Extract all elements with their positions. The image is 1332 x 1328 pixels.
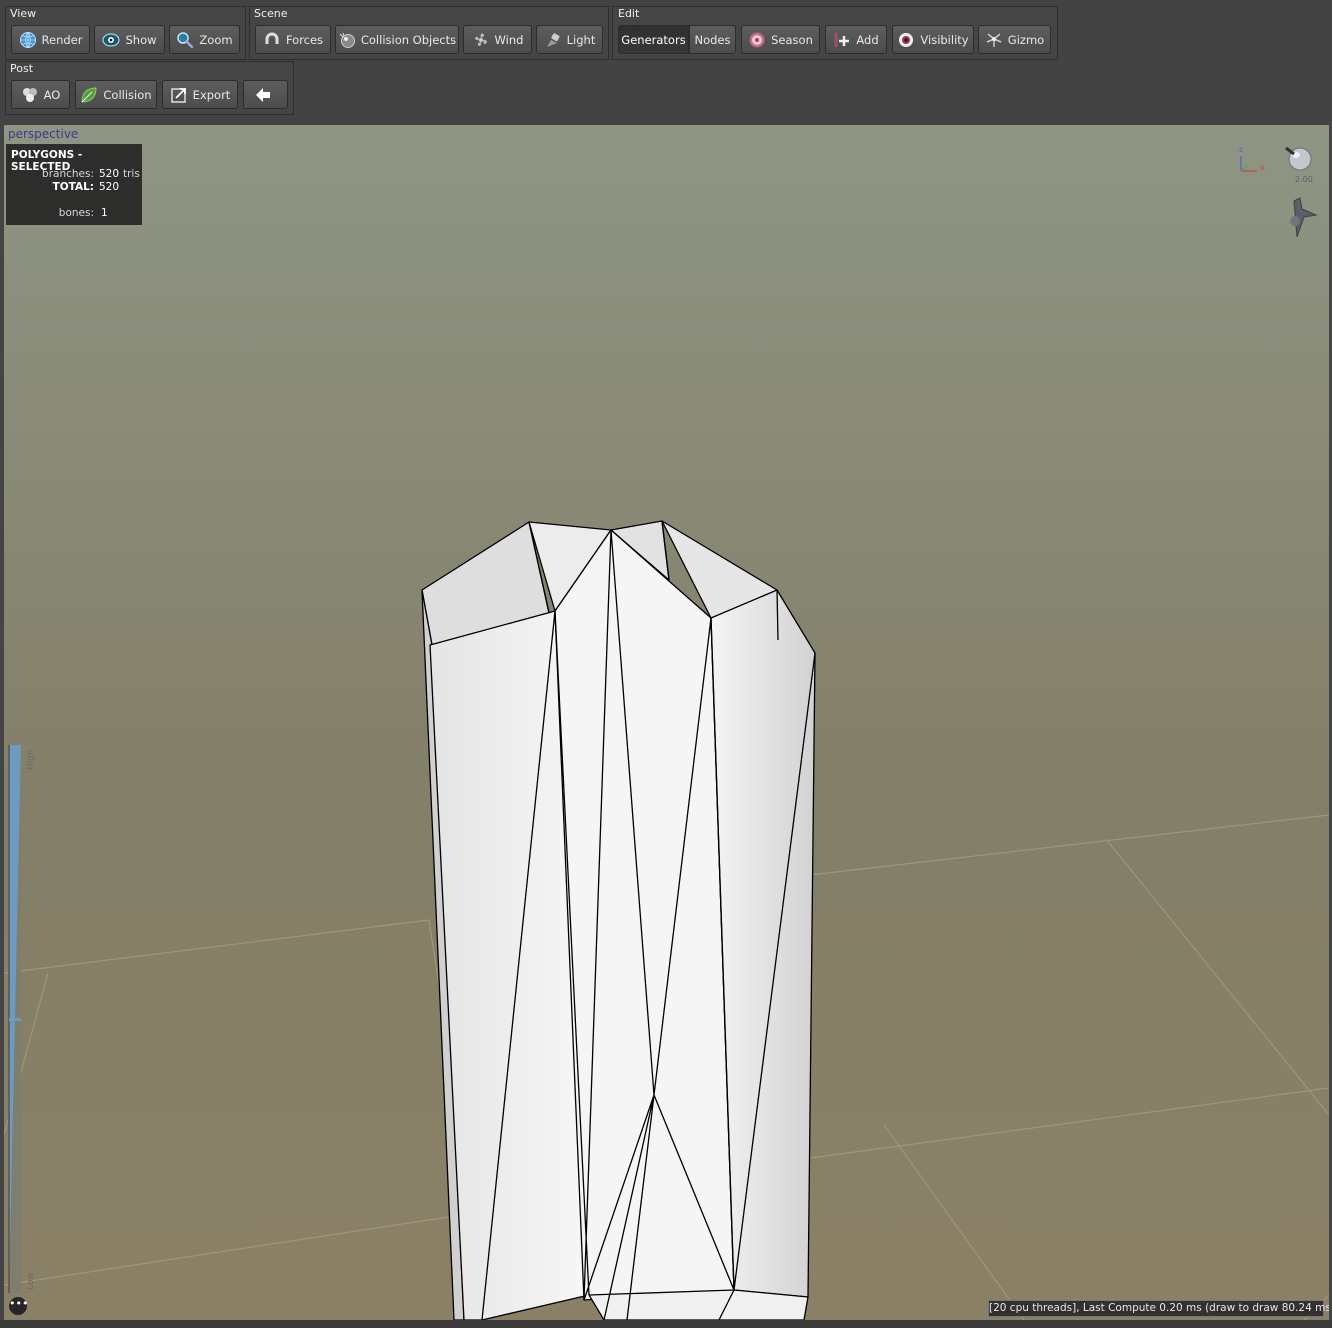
wind-button[interactable]: Wind (463, 25, 532, 54)
render-button-label: Render (41, 32, 83, 47)
nodes-button-label: Nodes (694, 32, 731, 47)
scene-canvas (4, 125, 1329, 1320)
lod-high-label: High (26, 749, 36, 770)
bottom-border (0, 1320, 1332, 1328)
wind-button-label: Wind (494, 32, 524, 47)
collision-objects-button[interactable]: Collision Objects (335, 25, 459, 54)
visibility-button-label: Visibility (920, 32, 969, 47)
branches-unit: tris (123, 168, 140, 180)
ao-button[interactable]: AO (11, 80, 70, 109)
branches-label: branches: (42, 168, 94, 180)
collision-button-label: Collision (103, 87, 152, 102)
view-group-title: View (10, 7, 37, 20)
tree-mesh (421, 520, 816, 1320)
collision-objects-button-label: Collision Objects (360, 32, 457, 47)
export-button[interactable]: Export (162, 80, 238, 109)
arrow-left-icon (254, 86, 272, 104)
ao-icon (21, 86, 39, 104)
export-button-label: Export (192, 87, 231, 102)
show-button-label: Show (125, 32, 157, 47)
leaf-icon (80, 86, 98, 104)
lod-low-label: Low (26, 1272, 36, 1290)
3d-viewport[interactable]: perspective POLYGONS - SELECTED branches… (4, 125, 1329, 1320)
ao-button-label: AO (43, 87, 61, 102)
gizmo-icon (985, 31, 1003, 49)
season-button-label: Season (771, 32, 813, 47)
add-button[interactable]: Add (825, 25, 887, 54)
render-button[interactable]: Render (11, 25, 90, 54)
visibility-button[interactable]: Visibility (892, 25, 974, 54)
status-bar: [20 cpu threads], Last Compute 0.20 ms (… (988, 1300, 1329, 1317)
light-button[interactable]: Light (536, 25, 603, 54)
scene-group-title: Scene (254, 7, 288, 20)
more-options-button[interactable]: ••• (9, 1297, 28, 1315)
magnifier-icon (176, 31, 194, 49)
light-button-label: Light (566, 32, 596, 47)
nodes-button[interactable]: Nodes (689, 25, 736, 54)
fan-icon (472, 31, 490, 49)
lod-slider[interactable] (8, 745, 21, 1293)
eye-ball-icon (897, 31, 915, 49)
add-icon (833, 31, 851, 49)
toolbar: View Render Show Zoom Scene Forces Colli… (0, 0, 1332, 125)
add-button-label: Add (856, 32, 879, 47)
light-intensity-value: 2.00 (1295, 175, 1313, 184)
zoom-button[interactable]: Zoom (169, 25, 240, 54)
show-button[interactable]: Show (94, 25, 165, 54)
back-button[interactable] (243, 80, 288, 109)
magnet-icon (263, 31, 281, 49)
bones-value: 1 (101, 207, 108, 219)
zoom-button-label: Zoom (199, 32, 233, 47)
collision-sphere-icon (338, 31, 356, 49)
total-label: TOTAL: (52, 181, 94, 193)
mesh-bottom-face (588, 1289, 809, 1320)
export-icon (170, 86, 188, 104)
generators-button-label: Generators (621, 32, 686, 47)
axis-x-label: x (1260, 163, 1265, 172)
generators-button[interactable]: Generators (618, 25, 689, 54)
gizmo-button[interactable]: Gizmo (978, 25, 1051, 54)
edit-group-title: Edit (618, 7, 640, 20)
forces-button[interactable]: Forces (255, 25, 331, 54)
total-value: 520 (99, 181, 120, 193)
branches-value: 520 (99, 168, 120, 180)
bones-label: bones: (58, 207, 94, 219)
collision-button[interactable]: Collision (75, 80, 157, 109)
axis-z-label: z (1239, 145, 1244, 154)
forces-button-label: Forces (285, 32, 324, 47)
season-button[interactable]: Season (741, 25, 820, 54)
eye-icon (102, 31, 121, 49)
season-icon (748, 31, 766, 49)
spotlight-icon (544, 31, 562, 49)
post-group-title: Post (10, 62, 34, 75)
polygon-stats-panel: POLYGONS - SELECTED branches: 520 tris T… (6, 144, 142, 225)
globe-icon (19, 31, 37, 49)
gizmo-button-label: Gizmo (1007, 32, 1045, 47)
view-mode-label[interactable]: perspective (8, 127, 78, 141)
